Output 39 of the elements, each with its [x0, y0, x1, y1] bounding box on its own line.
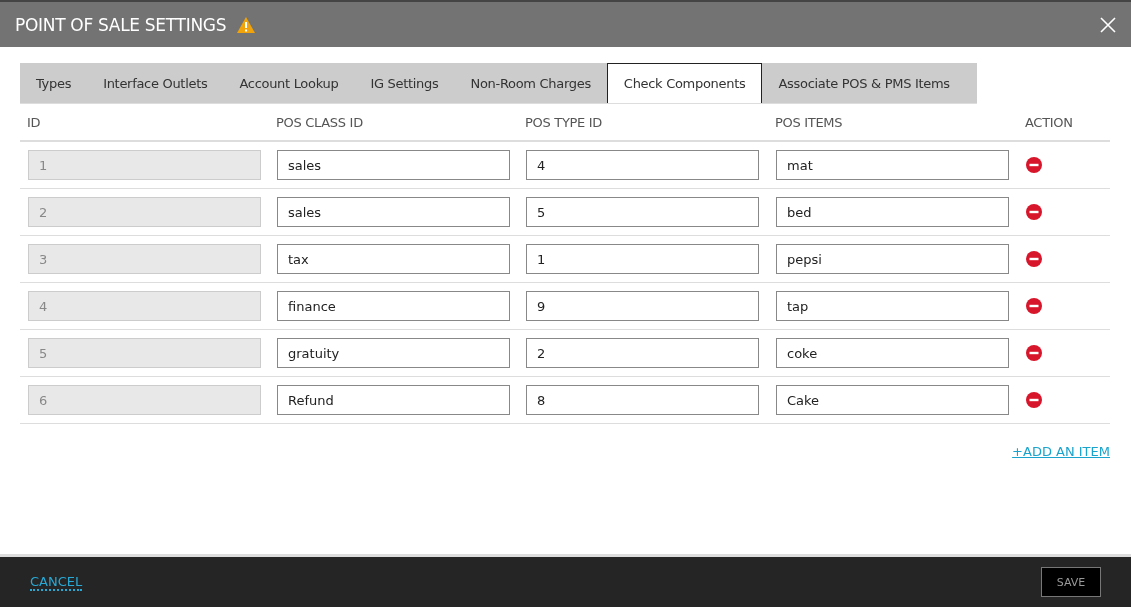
remove-icon[interactable] [1026, 345, 1042, 361]
tab[interactable]: Types [20, 63, 88, 103]
tab[interactable]: IG Settings [354, 63, 455, 103]
column-header: ACTION [1024, 114, 1074, 130]
items-field[interactable]: tap [776, 291, 1009, 321]
window-title: POINT OF SALE SETTINGS [15, 14, 227, 35]
class-id-field[interactable]: tax [277, 244, 510, 274]
tab[interactable]: Interface Outlets [87, 63, 224, 103]
remove-icon[interactable] [1026, 251, 1042, 267]
type-id-field[interactable]: 2 [526, 338, 759, 368]
type-id-field[interactable]: 9 [526, 291, 759, 321]
class-id-field[interactable]: Refund [277, 385, 510, 415]
column-header: POS TYPE ID [524, 114, 604, 130]
remove-icon[interactable] [1026, 157, 1042, 173]
remove-icon[interactable] [1026, 204, 1042, 220]
tab[interactable]: Associate POS & PMS Items [762, 63, 966, 103]
class-id-field[interactable]: sales [277, 150, 510, 180]
column-header: ID [26, 114, 42, 130]
remove-icon[interactable] [1026, 298, 1042, 314]
type-id-field[interactable]: 1 [526, 244, 759, 274]
cancel-link[interactable]: CANCEL [30, 573, 83, 591]
column-header: POS CLASS ID [275, 114, 364, 130]
tab[interactable]: Non-Room Charges [454, 63, 607, 103]
tab[interactable]: Check Components [606, 63, 763, 103]
tab[interactable]: Account Lookup [223, 63, 355, 103]
class-id-field[interactable]: finance [277, 291, 510, 321]
column-header: POS ITEMS [774, 114, 844, 130]
items-field[interactable]: Cake [776, 385, 1009, 415]
type-id-field[interactable]: 5 [526, 197, 759, 227]
type-id-field[interactable]: 4 [526, 150, 759, 180]
items-field[interactable]: bed [776, 197, 1009, 227]
items-field[interactable]: pepsi [776, 244, 1009, 274]
class-id-field[interactable]: gratuity [277, 338, 510, 368]
close-icon[interactable] [1100, 16, 1116, 33]
items-field[interactable]: coke [776, 338, 1009, 368]
items-field[interactable]: mat [776, 150, 1009, 180]
remove-icon[interactable] [1026, 392, 1042, 408]
class-id-field[interactable]: sales [277, 197, 510, 227]
type-id-field[interactable]: 8 [526, 385, 759, 415]
